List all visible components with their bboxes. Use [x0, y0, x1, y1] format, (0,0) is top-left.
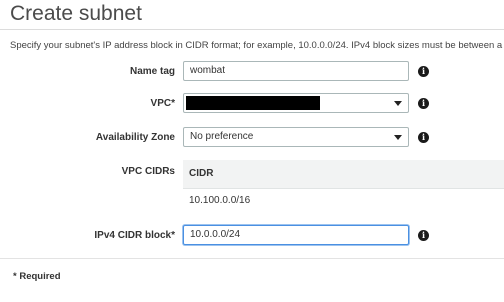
- info-icon[interactable]: i: [418, 132, 429, 143]
- vpc-select[interactable]: [183, 93, 409, 113]
- vpc-label: VPC*: [150, 98, 175, 109]
- info-icon[interactable]: i: [418, 98, 429, 109]
- table-row: 10.100.0.0/16: [189, 195, 251, 206]
- intro-text: Specify your subnet's IP address block i…: [10, 40, 504, 51]
- redacted-vpc-value: [186, 96, 320, 110]
- name-tag-input[interactable]: wombat: [183, 61, 409, 81]
- vpc-cidrs-table: CIDR 10.100.0.0/16: [183, 160, 504, 213]
- required-note: * Required: [13, 271, 61, 282]
- chevron-down-icon: [394, 101, 402, 106]
- availability-zone-label: Availability Zone: [95, 132, 175, 143]
- info-icon[interactable]: i: [418, 230, 429, 241]
- info-icon[interactable]: i: [418, 66, 429, 77]
- availability-zone-select[interactable]: No preference: [183, 127, 409, 147]
- ipv4-cidr-block-input[interactable]: 10.0.0.0/24: [183, 225, 409, 245]
- vpc-cidrs-label: VPC CIDRs: [121, 166, 175, 177]
- name-tag-label: Name tag: [129, 66, 175, 77]
- availability-zone-value: No preference: [190, 131, 254, 142]
- cidr-column-header: CIDR: [183, 160, 504, 189]
- footer-divider: [0, 258, 504, 259]
- ipv4-cidr-block-label: IPv4 CIDR block*: [94, 230, 175, 241]
- chevron-down-icon: [394, 135, 402, 140]
- title-divider: [0, 29, 504, 30]
- page-title: Create subnet: [10, 2, 142, 25]
